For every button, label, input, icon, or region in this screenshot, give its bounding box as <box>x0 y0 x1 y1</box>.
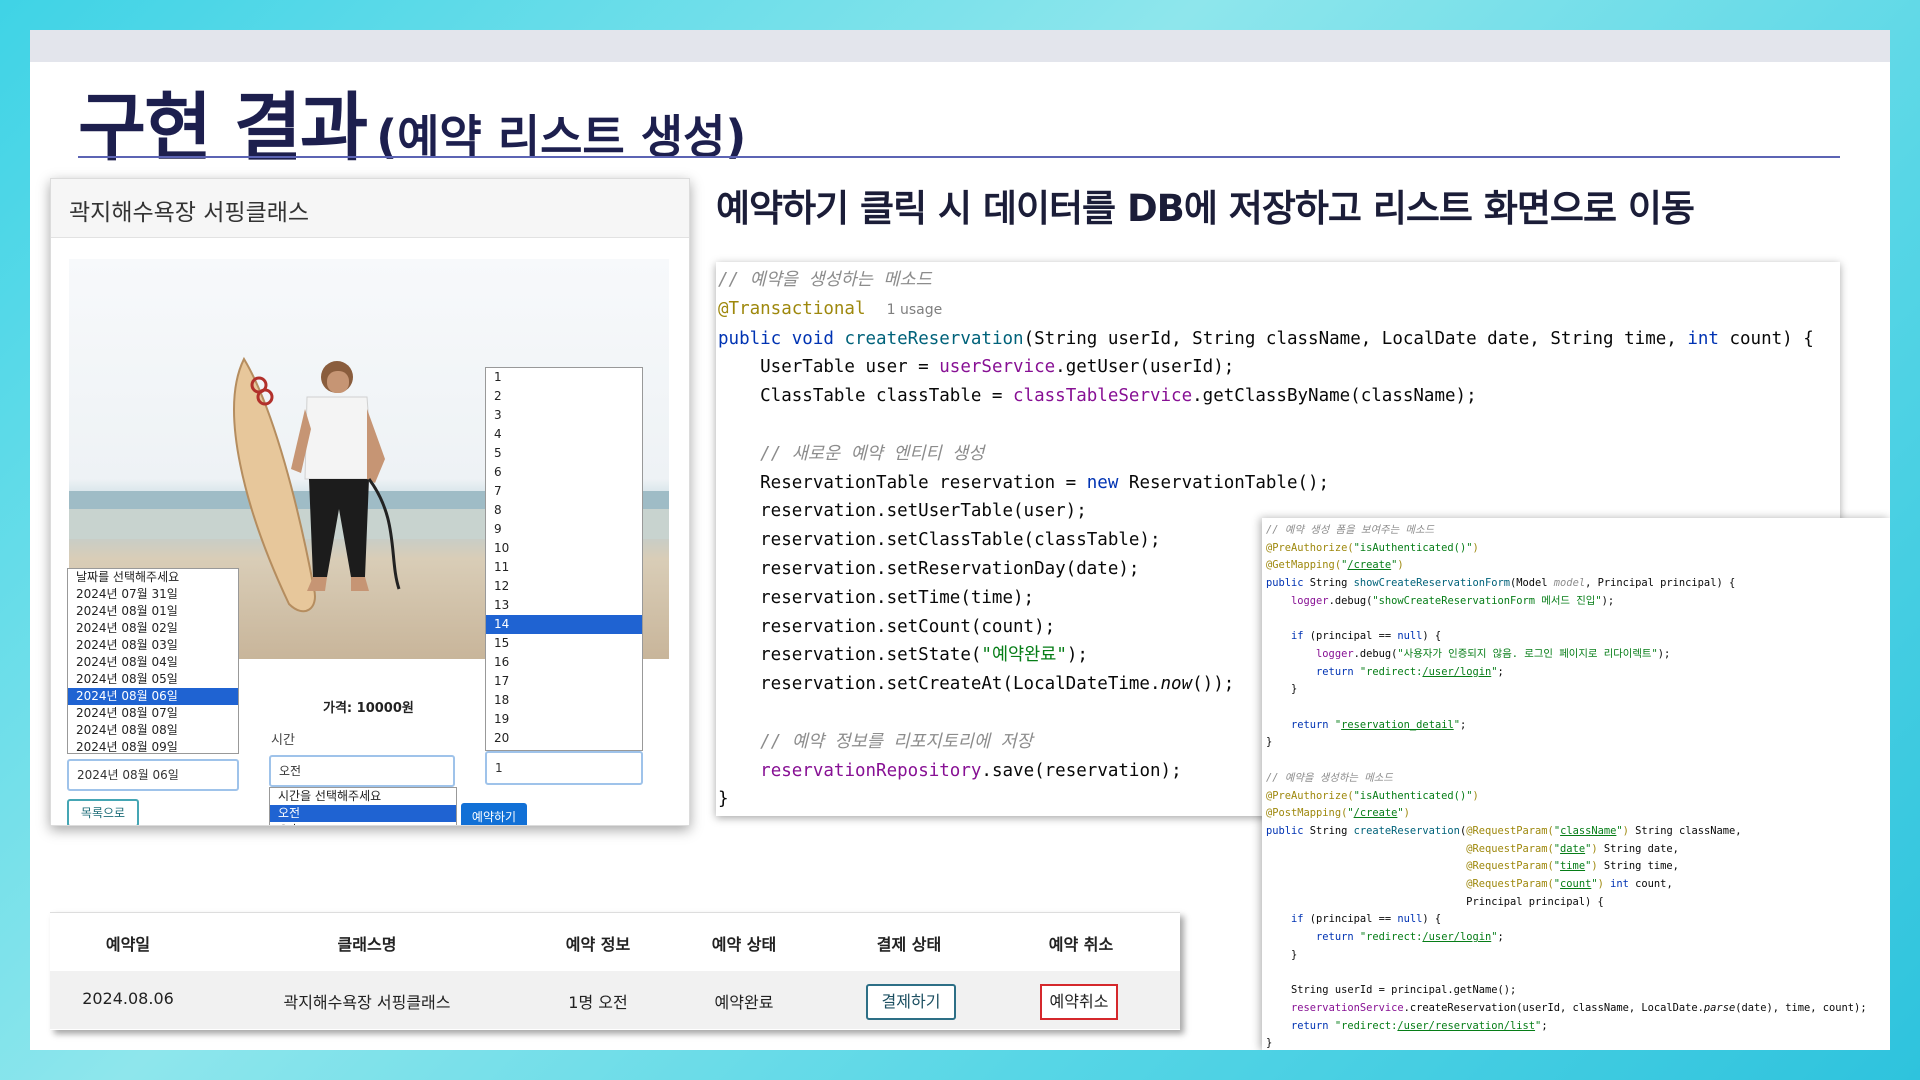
app-header: 곽지해수욕장 서핑클래스 <box>51 179 689 238</box>
date-option[interactable]: 2024년 08월 06일 <box>68 688 238 705</box>
person-count-option[interactable]: 2 <box>486 387 642 406</box>
person-count-option[interactable]: 14 <box>486 615 642 634</box>
row-class-name: 곽지해수욕장 서핑클래스 <box>283 993 451 1012</box>
person-count-option[interactable]: 3 <box>486 406 642 425</box>
table-row: 2024.08.06 곽지해수욕장 서핑클래스 1명 오전 예약완료 결제하기 … <box>50 971 1180 1029</box>
person-count-select[interactable]: 1 <box>485 751 643 785</box>
date-option[interactable]: 2024년 08월 02일 <box>68 620 238 637</box>
date-option[interactable]: 2024년 08월 05일 <box>68 671 238 688</box>
person-count-option[interactable]: 19 <box>486 710 642 729</box>
slide-title: 구현 결과 (예약 리스트 생성) <box>78 68 746 175</box>
time-option[interactable]: 시간을 선택해주세요 <box>270 788 456 805</box>
table-header-row: 예약일 클래스명 예약 정보 예약 상태 결제 상태 예약 취소 <box>50 912 1180 972</box>
person-count-option[interactable]: 18 <box>486 691 642 710</box>
price-text: 가격: 10000원 <box>323 701 414 716</box>
date-option[interactable]: 2024년 08월 09일 <box>68 739 238 753</box>
person-count-options: 1 2 3 4 5 6 7 8 9 10 11 12 13 14 15 16 17 18 19 20 <box>486 368 642 748</box>
title-underline <box>78 156 1840 158</box>
row-info: 1명 오전 <box>568 993 628 1012</box>
date-option[interactable]: 2024년 07월 31일 <box>68 586 238 603</box>
time-option[interactable]: 오전 <box>270 805 456 822</box>
header-class-name: 클래스명 <box>337 935 397 954</box>
time-dropdown[interactable]: 시간을 선택해주세요오전오후 <box>269 787 457 825</box>
header-reservation-status: 예약 상태 <box>711 935 777 954</box>
date-options: 날짜를 선택해주세요 2024년 07월 31일 2024년 08월 01일 2024… <box>68 569 238 753</box>
header-reservation-info: 예약 정보 <box>565 935 631 954</box>
header-reservation-date: 예약일 <box>105 935 151 954</box>
reservation-form-window: 곽지해수욕장 서핑클래스 1 2 3 4 5 6 7 8 9 10 11 12 13 14 1 <box>50 178 690 826</box>
person-count-option[interactable]: 11 <box>486 558 642 577</box>
time-select[interactable]: 오전 <box>269 755 455 787</box>
date-dropdown[interactable]: 날짜를 선택해주세요 2024년 07월 31일 2024년 08월 01일 2024… <box>67 568 239 754</box>
slide-top-bar <box>30 30 1890 62</box>
controller-code-panel: // 예약 생성 폼을 보여주는 메소드 @PreAuthorize("isAu… <box>1262 518 1890 1050</box>
date-option[interactable]: 2024년 08월 07일 <box>68 705 238 722</box>
date-option[interactable]: 2024년 08월 08일 <box>68 722 238 739</box>
person-count-option[interactable]: 9 <box>486 520 642 539</box>
back-to-list-button[interactable]: 목록으로 <box>67 799 139 825</box>
reservation-list-table: 예약일 클래스명 예약 정보 예약 상태 결제 상태 예약 취소 2024.08… <box>50 912 1180 1030</box>
slide: 구현 결과 (예약 리스트 생성) 예약하기 클릭 시 데이터를 DB에 저장하고… <box>30 30 1890 1050</box>
time-option[interactable]: 오후 <box>270 822 456 825</box>
date-option[interactable]: 날짜를 선택해주세요 <box>68 569 238 586</box>
person-count-option[interactable]: 8 <box>486 501 642 520</box>
row-date: 2024.08.06 <box>82 989 174 1008</box>
person-count-option[interactable]: 1 <box>486 368 642 387</box>
date-option[interactable]: 2024년 08월 03일 <box>68 637 238 654</box>
slide-heading: 예약하기 클릭 시 데이터를 DB에 저장하고 리스트 화면으로 이동 <box>716 187 1695 230</box>
person-count-option[interactable]: 16 <box>486 653 642 672</box>
class-title: 곽지해수욕장 서핑클래스 <box>69 200 310 226</box>
person-count-option[interactable]: 5 <box>486 444 642 463</box>
header-cancel: 예약 취소 <box>1048 935 1114 954</box>
person-count-option[interactable]: 10 <box>486 539 642 558</box>
person-count-option[interactable]: 6 <box>486 463 642 482</box>
header-payment-status: 결제 상태 <box>876 935 942 954</box>
pay-button[interactable]: 결제하기 <box>866 984 956 1020</box>
person-count-option[interactable]: 20 <box>486 729 642 748</box>
row-status: 예약완료 <box>714 993 774 1012</box>
date-option[interactable]: 2024년 08월 04일 <box>68 654 238 671</box>
person-count-option[interactable]: 7 <box>486 482 642 501</box>
person-count-option[interactable]: 17 <box>486 672 642 691</box>
person-count-option[interactable]: 4 <box>486 425 642 444</box>
person-count-option[interactable]: 12 <box>486 577 642 596</box>
person-count-option[interactable]: 13 <box>486 596 642 615</box>
controller-code: // 예약 생성 폼을 보여주는 메소드 @PreAuthorize("isAu… <box>1266 524 1867 1050</box>
date-option[interactable]: 2024년 08월 01일 <box>68 603 238 620</box>
reserve-button[interactable]: 예약하기 <box>461 803 527 825</box>
slide-title-main: 구현 결과 <box>78 85 368 171</box>
person-count-option[interactable]: 15 <box>486 634 642 653</box>
person-count-dropdown[interactable]: 1 2 3 4 5 6 7 8 9 10 11 12 13 14 15 16 17 18 19 20 <box>485 367 643 751</box>
time-label: 시간 <box>271 733 295 748</box>
cancel-reservation-button[interactable]: 예약취소 <box>1040 984 1118 1020</box>
time-options: 시간을 선택해주세요오전오후 <box>270 788 456 825</box>
date-select[interactable]: 2024년 08월 06일 <box>67 759 239 791</box>
